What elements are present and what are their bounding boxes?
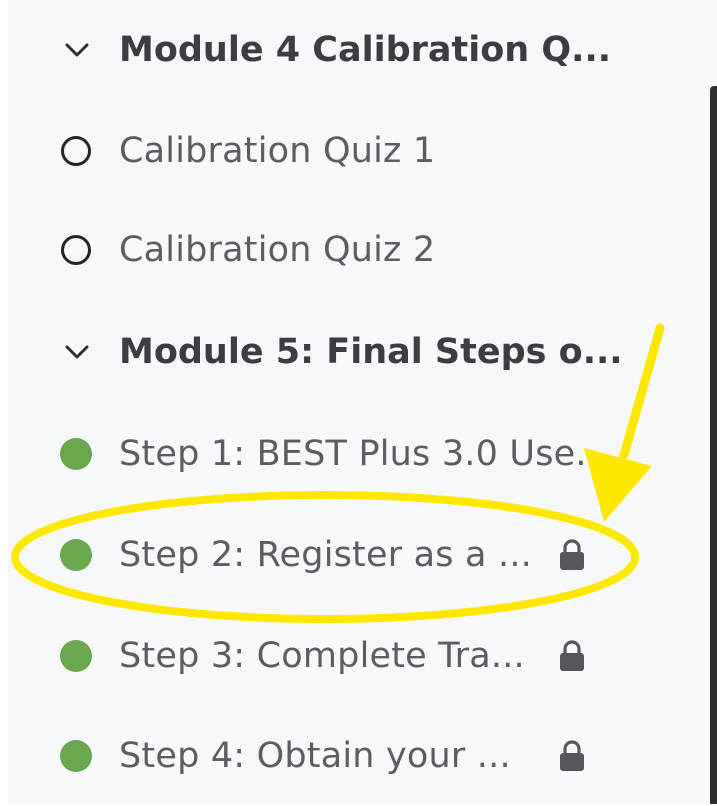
lesson-title: Step 1: BEST Plus 3.0 Use... bbox=[119, 434, 610, 474]
lesson-title: Step 4: Obtain your ... bbox=[119, 736, 511, 776]
filled-circle-icon bbox=[60, 539, 92, 571]
lock-icon bbox=[560, 539, 584, 570]
chevron-down-icon[interactable] bbox=[64, 37, 90, 63]
lock-icon bbox=[560, 640, 584, 671]
lock-icon bbox=[560, 740, 584, 771]
filled-circle-icon bbox=[60, 640, 92, 672]
module-title: Module 5: Final Steps o... bbox=[119, 332, 623, 372]
scrollbar[interactable] bbox=[710, 86, 717, 804]
filled-circle-icon bbox=[60, 438, 92, 470]
module-title: Module 4 Calibration Q... bbox=[119, 30, 612, 70]
lesson-title: Step 3: Complete Tra... bbox=[119, 636, 525, 676]
lesson-title: Calibration Quiz 2 bbox=[119, 230, 436, 270]
lesson-title: Step 2: Register as a ... bbox=[119, 535, 532, 575]
chevron-down-icon[interactable] bbox=[64, 339, 90, 365]
filled-circle-icon bbox=[60, 740, 92, 772]
course-outline-panel: Module 4 Calibration Q... Calibration Qu… bbox=[8, 0, 717, 804]
lesson-title: Calibration Quiz 1 bbox=[119, 131, 436, 171]
empty-circle-icon bbox=[61, 235, 91, 265]
empty-circle-icon bbox=[61, 136, 91, 166]
